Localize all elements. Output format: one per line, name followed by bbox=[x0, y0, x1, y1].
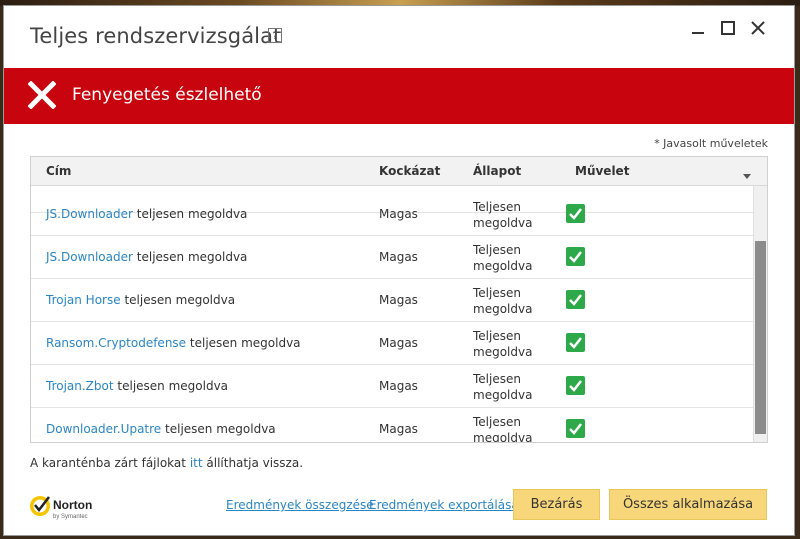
risk-level: Magas bbox=[379, 336, 418, 350]
window-title: Teljes rendszervizsgálat bbox=[30, 24, 282, 48]
table-row: Trojan.Zbot teljesen megoldva Magas Telj… bbox=[31, 365, 753, 408]
table-header: Cím Kockázat Állapot Művelet bbox=[31, 157, 767, 186]
threat-resolution-text: teljesen megoldva bbox=[165, 422, 276, 436]
threat-resolution-text: teljesen megoldva bbox=[124, 293, 236, 307]
column-title-header[interactable]: Cím bbox=[46, 164, 71, 178]
checkbox-icon[interactable] bbox=[566, 333, 585, 352]
column-status-header[interactable]: Állapot bbox=[473, 164, 521, 178]
risk-level: Magas bbox=[379, 207, 418, 221]
threat-name-link[interactable]: Downloader.Upatre bbox=[46, 422, 161, 436]
status-text: Teljesen megoldva bbox=[473, 200, 533, 230]
threat-resolution-text: teljesen megoldva bbox=[136, 207, 248, 221]
risk-level: Magas bbox=[379, 293, 418, 307]
table-row: JS.Downloader teljesen megoldva Magas Te… bbox=[31, 236, 753, 279]
maximize-icon[interactable] bbox=[718, 18, 738, 38]
close-icon[interactable] bbox=[748, 18, 768, 38]
close-button[interactable]: Bezárás bbox=[513, 489, 600, 520]
results-summary-link[interactable]: Eredmények összegzése bbox=[226, 498, 374, 512]
status-text: Teljesen megoldva bbox=[473, 329, 533, 359]
risk-level: Magas bbox=[379, 379, 418, 393]
status-text: Teljesen megoldva bbox=[473, 415, 533, 442]
results-export-link[interactable]: Eredmények exportálása bbox=[369, 498, 519, 512]
table-row: JS.Downloader teljesen megoldva Magas Te… bbox=[31, 193, 753, 236]
threat-resolution-text: teljesen megoldva bbox=[136, 250, 248, 264]
threat-resolution-text: teljesen megoldva bbox=[117, 379, 229, 393]
scrollbar-thumb[interactable] bbox=[755, 241, 766, 434]
table-row: Downloader.Upatre teljesen megoldva Maga… bbox=[31, 408, 753, 442]
risk-level: Magas bbox=[379, 250, 418, 264]
threat-name-link[interactable]: Ransom.Cryptodefense bbox=[46, 336, 186, 350]
checkbox-icon[interactable] bbox=[566, 204, 585, 223]
threat-name-link[interactable]: JS.Downloader bbox=[46, 250, 133, 264]
risk-level: Magas bbox=[379, 422, 418, 436]
table-row: Trojan Horse teljesen megoldva Magas Tel… bbox=[31, 279, 753, 322]
checkbox-icon[interactable] bbox=[566, 290, 585, 309]
table-row: Ransom.Cryptodefense teljesen megoldva M… bbox=[31, 322, 753, 365]
norton-logo-subtext: by Symantec bbox=[53, 514, 88, 520]
minimize-icon[interactable] bbox=[688, 18, 708, 38]
apply-all-button[interactable]: Összes alkalmazása bbox=[609, 489, 767, 520]
threat-banner: Fenyegetés észlelhető bbox=[4, 68, 794, 124]
threat-name-link[interactable]: Trojan.Zbot bbox=[46, 379, 114, 393]
restore-note: A karanténba zárt fájlokat itt állíthatj… bbox=[30, 456, 304, 470]
checkbox-icon[interactable] bbox=[566, 419, 585, 438]
table-rows: JS.Downloader teljesen megoldva Magas Te… bbox=[31, 186, 753, 442]
scan-window: Teljes rendszervizsgálat ? Fenyegetés és… bbox=[3, 5, 795, 536]
status-text: Teljesen megoldva bbox=[473, 243, 533, 273]
results-table: Cím Kockázat Állapot Művelet JS.Download… bbox=[30, 156, 768, 443]
threat-resolution-text: teljesen megoldva bbox=[189, 336, 301, 350]
threat-x-icon bbox=[27, 80, 57, 112]
status-text: Teljesen megoldva bbox=[473, 372, 533, 402]
threat-name-link[interactable]: Trojan Horse bbox=[46, 293, 121, 307]
restore-link[interactable]: itt bbox=[190, 456, 203, 470]
threat-name-link[interactable]: JS.Downloader bbox=[46, 207, 133, 221]
checkbox-icon[interactable] bbox=[566, 247, 585, 266]
column-risk-header[interactable]: Kockázat bbox=[379, 164, 440, 178]
recommended-actions-note: * Javasolt műveletek bbox=[654, 137, 768, 150]
help-button[interactable]: ? bbox=[268, 28, 282, 43]
column-action-header[interactable]: Művelet bbox=[575, 164, 629, 178]
table-scrollbar[interactable] bbox=[753, 186, 767, 442]
norton-logo: Norton by Symantec bbox=[28, 492, 100, 525]
norton-logo-text: Norton bbox=[53, 498, 92, 512]
chevron-down-icon[interactable] bbox=[743, 168, 751, 182]
checkbox-icon[interactable] bbox=[566, 376, 585, 395]
banner-text: Fenyegetés észlelhető bbox=[72, 85, 262, 105]
status-text: Teljesen megoldva bbox=[473, 286, 533, 316]
